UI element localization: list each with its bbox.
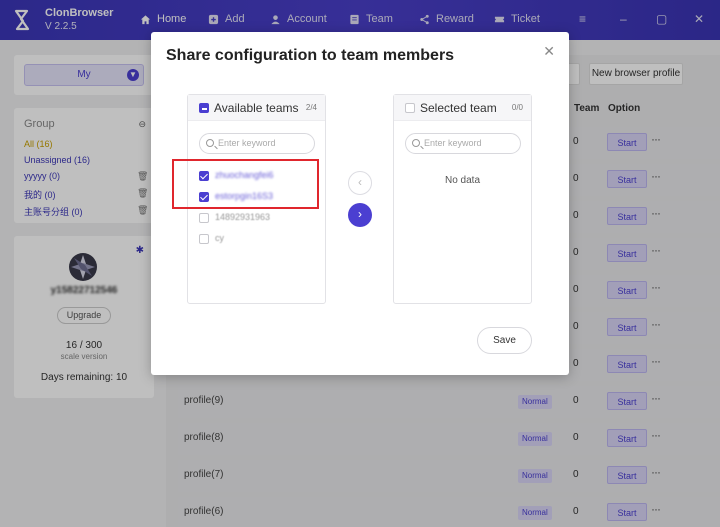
empty-state: No data (444, 175, 481, 186)
close-icon[interactable]: ✕ (543, 43, 555, 60)
selected-team-panel: Selected team 0/0 Enter keyword No data (393, 94, 532, 304)
search-placeholder: Enter keyword (218, 138, 276, 148)
team-checkbox[interactable] (199, 234, 209, 244)
available-teams-title: Available teams (214, 101, 299, 115)
team-checkbox[interactable] (199, 213, 209, 223)
selected-search-input[interactable]: Enter keyword (405, 133, 521, 154)
available-teams-header: Available teams 2/4 (188, 95, 325, 121)
selected-team-title: Selected team (420, 101, 497, 115)
move-left-button[interactable]: ‹ (348, 171, 372, 195)
dialog-title: Share configuration to team members (166, 47, 455, 64)
search-icon (412, 139, 420, 147)
available-search-input[interactable]: Enter keyword (199, 133, 315, 154)
highlight-box (172, 159, 319, 209)
search-placeholder: Enter keyword (424, 138, 482, 148)
selected-team-count: 0/0 (511, 103, 523, 112)
select-all-checkbox[interactable] (405, 103, 415, 113)
save-button[interactable]: Save (477, 327, 532, 354)
team-name: cy (215, 233, 224, 243)
search-icon (206, 139, 214, 147)
select-all-checkbox[interactable] (199, 103, 209, 113)
available-teams-count: 2/4 (305, 103, 317, 112)
selected-team-header: Selected team 0/0 (394, 95, 531, 121)
team-name: 14892931963 (215, 212, 271, 222)
move-right-button[interactable]: › (348, 203, 372, 227)
